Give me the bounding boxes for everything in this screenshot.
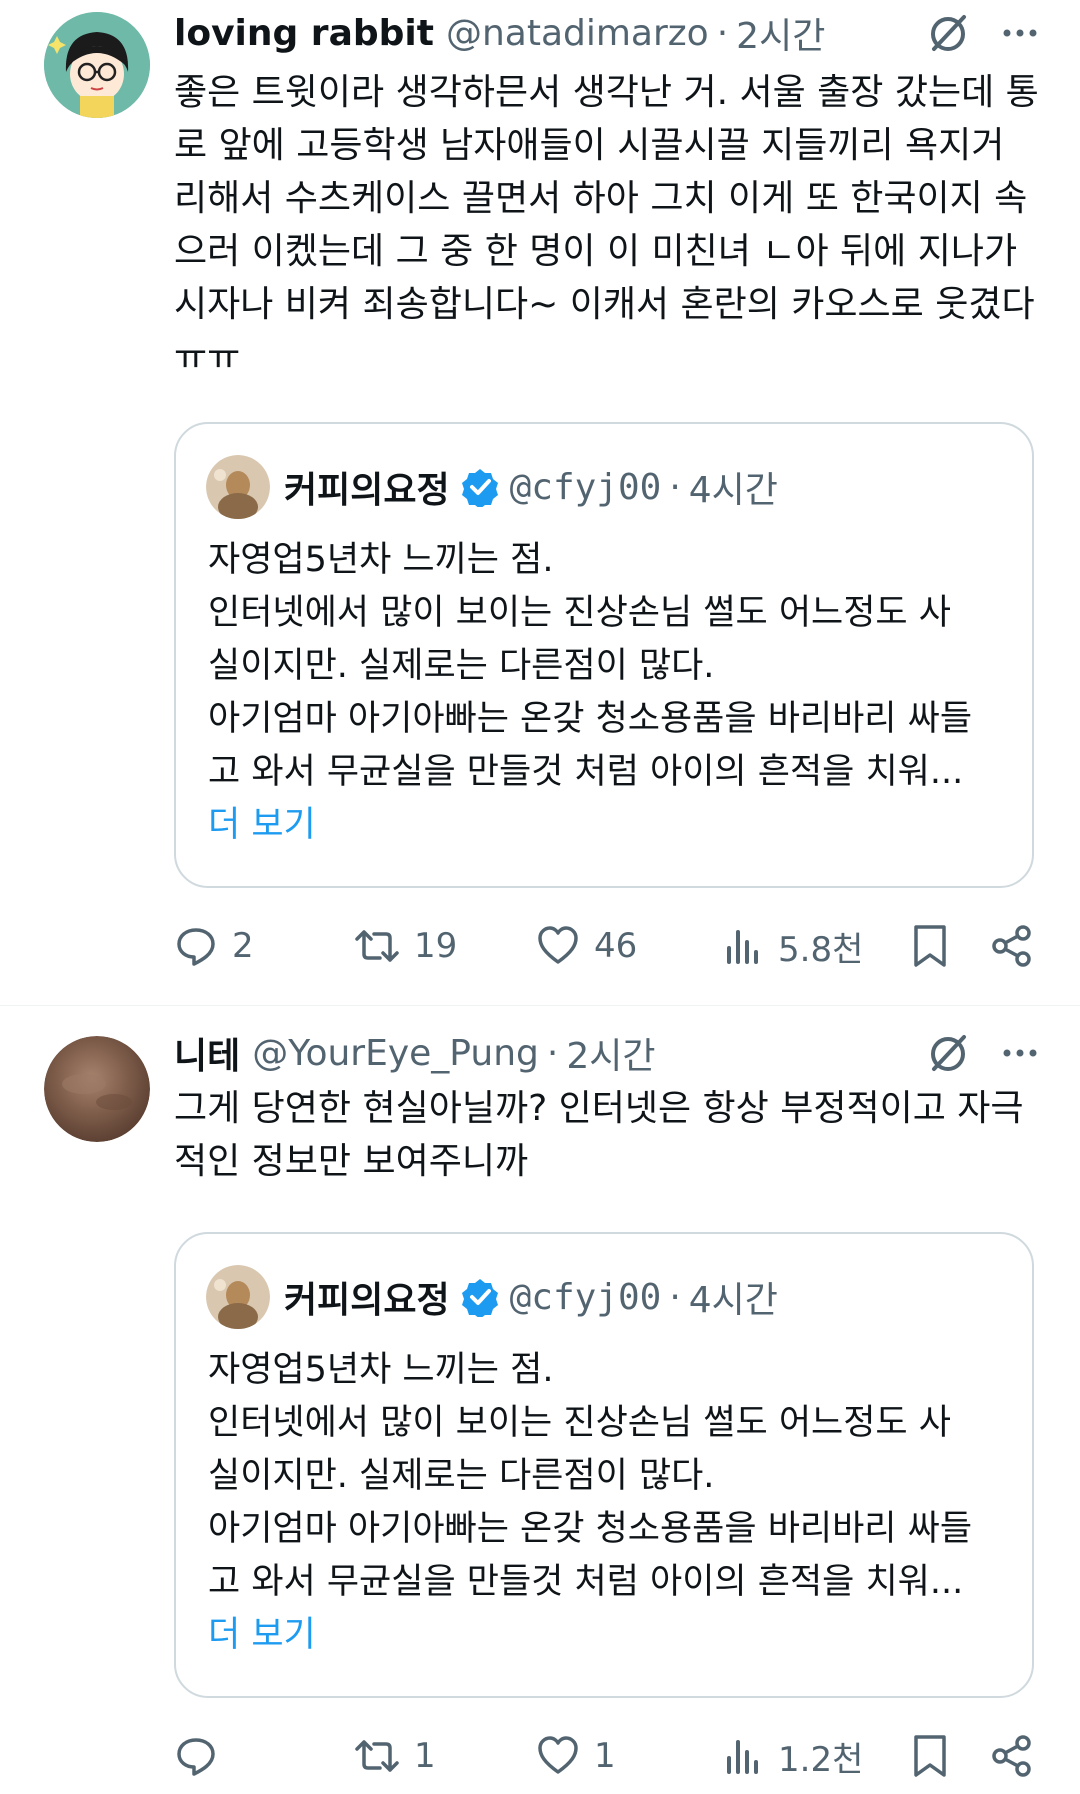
views-count: 1.2천	[778, 1739, 864, 1780]
user-handle[interactable]: @YourEye_Pung	[252, 1033, 539, 1074]
separator: ·	[669, 1276, 681, 1318]
reply-icon	[174, 924, 218, 968]
user-handle[interactable]: @natadimarzo	[446, 13, 709, 54]
grok-icon[interactable]	[926, 11, 970, 55]
views-button[interactable]: 1.2천	[724, 1726, 863, 1786]
bookmark-icon	[910, 923, 950, 969]
quoted-timestamp: 4시간	[688, 470, 778, 511]
separator: ·	[669, 466, 681, 508]
retweet-icon	[354, 924, 400, 968]
reply-button[interactable]: 2	[174, 916, 254, 976]
share-icon	[990, 924, 1034, 968]
heart-icon	[536, 1734, 580, 1778]
quoted-tweet[interactable]: 커피의요정 @cfyj00 · 4시간 자영업5년차 느끼는 점. 인터넷에서 …	[174, 1232, 1034, 1698]
tweet-actions: 2 19 46 5.8천	[174, 916, 1040, 976]
tweet-text-line: 적인 정보만 보여주니까	[174, 1141, 529, 1182]
quoted-avatar[interactable]	[206, 455, 270, 519]
quoted-text: 자영업5년차 느끼는 점. 인터넷에서 많이 보이는 진상손님 썰도 어느정도 …	[208, 534, 1008, 852]
show-more-link[interactable]: 더 보기	[208, 799, 1008, 852]
avatar[interactable]	[44, 1036, 150, 1142]
views-icon	[724, 924, 764, 968]
quoted-text-line: 아기엄마 아기아빠는 온갖 청소용품을 바리바리 싸들	[208, 699, 973, 739]
share-button[interactable]	[990, 1726, 1034, 1786]
separator: ·	[546, 1032, 559, 1074]
quoted-text: 자영업5년차 느끼는 점. 인터넷에서 많이 보이는 진상손님 썰도 어느정도 …	[208, 1344, 1008, 1662]
views-icon	[724, 1734, 764, 1778]
quoted-text-line: 실이지만. 실제로는 다른점이 많다.	[208, 646, 715, 686]
like-button[interactable]: 1	[536, 1726, 616, 1786]
tweet-text-line: 으러 이켔는데 그 중 한 명이 이 미친녀 ㄴ아 뒤에 지나가	[174, 231, 1018, 272]
views-count: 5.8천	[778, 929, 864, 970]
quoted-text-line: 자영업5년차 느끼는 점.	[208, 540, 554, 580]
avatar[interactable]	[44, 12, 150, 118]
tweet-text-line: 좋은 트윗이라 생각하믄서 생각난 거. 서울 출장 갔는데 통	[174, 72, 1039, 113]
retweet-count: 1	[414, 1736, 436, 1776]
quoted-avatar[interactable]	[206, 1265, 270, 1329]
quoted-display-name[interactable]: 커피의요정	[284, 461, 450, 513]
show-more-link[interactable]: 더 보기	[208, 1609, 1008, 1662]
views-button[interactable]: 5.8천	[724, 916, 863, 976]
tweet-text: 그게 당연한 현실아닐까? 인터넷은 항상 부정적이고 자극 적인 정보만 보여…	[174, 1082, 1054, 1188]
quoted-text-line: 고 와서 무균실을 만들것 처럼 아이의 흔적을 치워...	[208, 752, 964, 792]
quoted-text-line: 인터넷에서 많이 보이는 진상손님 썰도 어느정도 사	[208, 593, 951, 633]
quoted-display-name[interactable]: 커피의요정	[284, 1271, 450, 1323]
verified-badge-icon	[460, 1277, 500, 1317]
bookmark-icon	[910, 1733, 950, 1779]
tweet-text-line: 시자나 비켜 죄송합니다~ 이캐서 혼란의 카오스로 웃겼다	[174, 284, 1035, 325]
more-options-icon[interactable]	[1000, 1033, 1040, 1073]
retweet-button[interactable]: 1	[354, 1726, 436, 1786]
heart-icon	[536, 924, 580, 968]
quoted-tweet[interactable]: 커피의요정 @cfyj00 · 4시간 자영업5년차 느끼는 점. 인터넷에서 …	[174, 422, 1034, 888]
quoted-user-handle[interactable]: @cfyj00	[510, 467, 662, 508]
share-icon	[990, 1734, 1034, 1778]
tweet-text-line: ㅠㅠ	[174, 337, 241, 378]
quoted-text-line: 인터넷에서 많이 보이는 진상손님 썰도 어느정도 사	[208, 1403, 951, 1443]
retweet-count: 19	[414, 926, 458, 966]
quoted-text-line: 실이지만. 실제로는 다른점이 많다.	[208, 1456, 715, 1496]
tweet[interactable]: 니테 @YourEye_Pung · 2시간 그게 당연한 현실아닐까? 인터넷…	[0, 1006, 1080, 1794]
like-count: 46	[594, 926, 638, 966]
timestamp[interactable]: 2시간	[566, 1027, 655, 1079]
like-count: 1	[594, 1736, 616, 1776]
quoted-text-line: 고 와서 무균실을 만들것 처럼 아이의 흔적을 치워...	[208, 1562, 964, 1602]
tweet-text-line: 그게 당연한 현실아닐까? 인터넷은 항상 부정적이고 자극	[174, 1088, 1024, 1129]
reply-count: 2	[232, 926, 254, 966]
tweet-actions: 1 1 1.2천	[174, 1726, 1040, 1786]
quoted-text-line: 아기엄마 아기아빠는 온갖 청소용품을 바리바리 싸들	[208, 1509, 973, 1549]
tweet-text: 좋은 트윗이라 생각하믄서 생각난 거. 서울 출장 갔는데 통 로 앞에 고등…	[174, 66, 1054, 384]
avatar-photo	[44, 1036, 150, 1142]
timestamp[interactable]: 2시간	[736, 7, 825, 59]
verified-badge-icon	[460, 467, 500, 507]
display-name[interactable]: loving rabbit	[174, 13, 434, 54]
separator: ·	[716, 12, 729, 54]
quoted-timestamp: 4시간	[688, 1280, 778, 1321]
bookmark-button[interactable]	[910, 1726, 950, 1786]
bookmark-button[interactable]	[910, 916, 950, 976]
tweet[interactable]: loving rabbit @natadimarzo · 2시간 좋은 트윗이라…	[0, 0, 1080, 1000]
tweet-text-line: 로 앞에 고등학생 남자애들이 시끌시끌 지들끼리 욕지거	[174, 125, 1005, 166]
grok-icon[interactable]	[926, 1031, 970, 1075]
avatar-illustration	[44, 12, 150, 118]
quoted-text-line: 자영업5년차 느끼는 점.	[208, 1350, 554, 1390]
retweet-button[interactable]: 19	[354, 916, 457, 976]
share-button[interactable]	[990, 916, 1034, 976]
reply-icon	[174, 1734, 218, 1778]
display-name[interactable]: 니테	[174, 1027, 240, 1079]
quoted-user-handle[interactable]: @cfyj00	[510, 1277, 662, 1318]
retweet-icon	[354, 1734, 400, 1778]
reply-button[interactable]	[174, 1726, 232, 1786]
tweet-text-line: 리해서 수츠케이스 끌면서 하아 그치 이게 또 한국이지 속	[174, 178, 1028, 219]
like-button[interactable]: 46	[536, 916, 637, 976]
more-options-icon[interactable]	[1000, 13, 1040, 53]
